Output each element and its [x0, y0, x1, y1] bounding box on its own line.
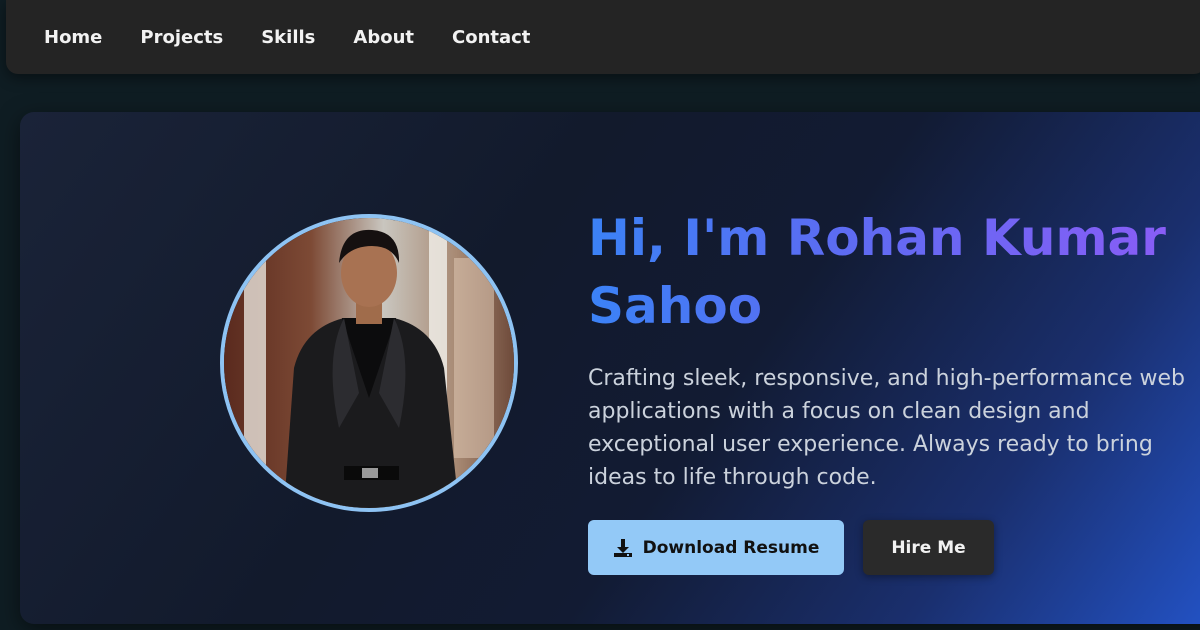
hire-me-label: Hire Me [891, 537, 966, 558]
hero-description: Crafting sleek, responsive, and high-per… [588, 366, 1185, 490]
download-resume-button[interactable]: Download Resume [588, 520, 844, 575]
nav-about-link[interactable]: About [353, 27, 414, 48]
nav-projects-link[interactable]: Projects [140, 27, 223, 48]
profile-photo [220, 214, 518, 512]
nav-home-link[interactable]: Home [44, 27, 102, 48]
nav-contact-link[interactable]: Contact [452, 27, 530, 48]
hero-section: Hi, I'm Rohan Kumar Sahoo Crafting sleek… [20, 112, 1200, 624]
download-icon [613, 538, 633, 558]
nav-skills-link[interactable]: Skills [261, 27, 315, 48]
download-resume-label: Download Resume [642, 537, 820, 558]
top-nav: Home Projects Skills About Contact [6, 0, 1200, 74]
hire-me-button[interactable]: Hire Me [863, 520, 994, 575]
hero-title: Hi, I'm Rohan Kumar Sahoo [588, 204, 1188, 340]
